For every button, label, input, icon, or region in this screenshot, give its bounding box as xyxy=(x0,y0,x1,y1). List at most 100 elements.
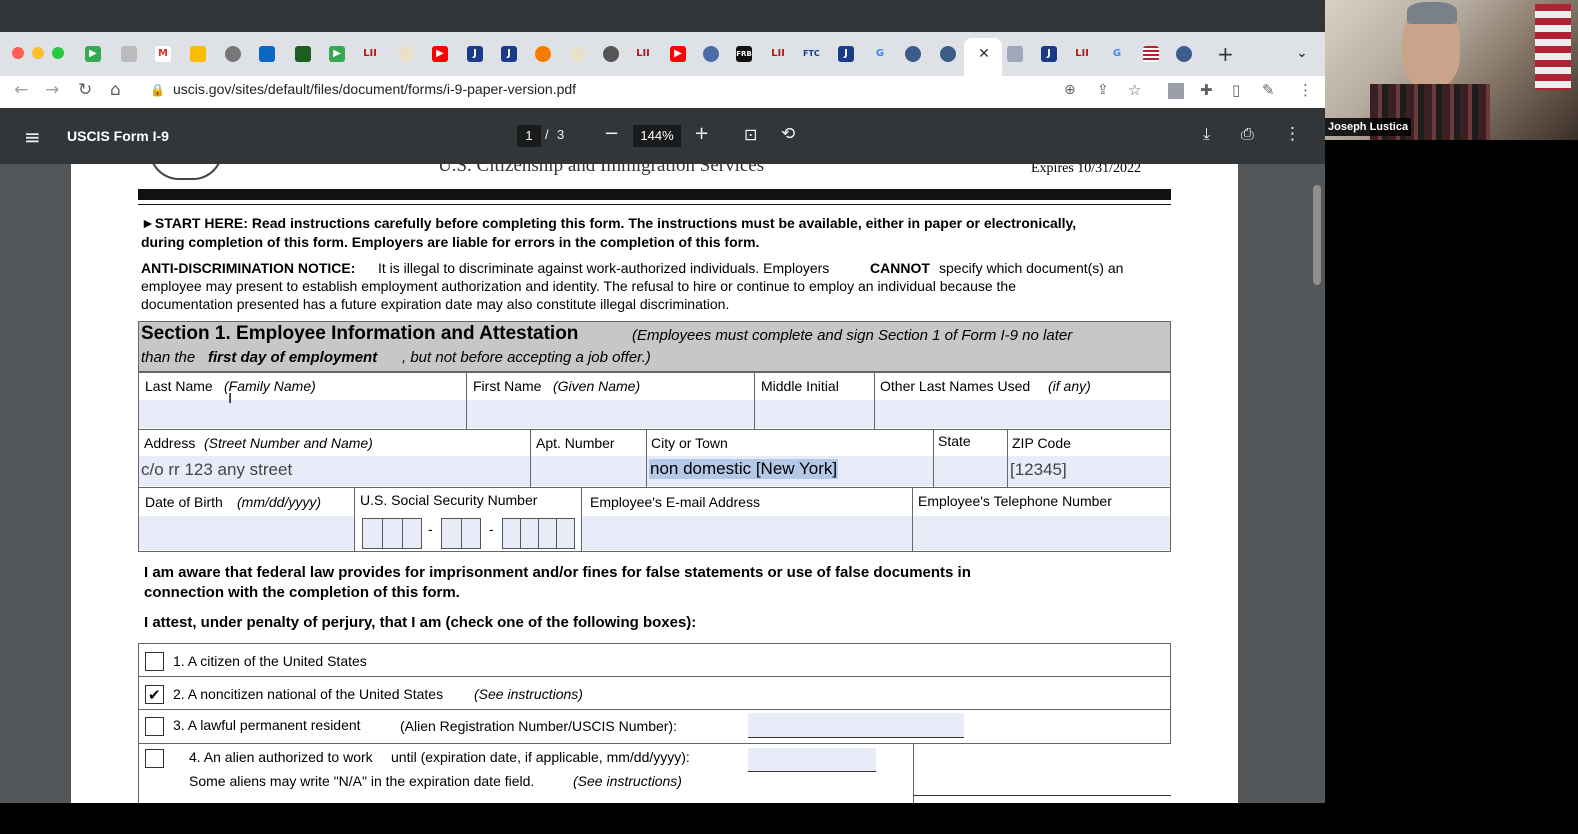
tab-journal-icon[interactable]: J xyxy=(501,46,517,62)
city-value: non domestic [New York] xyxy=(649,459,839,479)
zoom-level-input[interactable]: 144% xyxy=(633,125,681,147)
reload-icon[interactable]: ↻ xyxy=(78,80,92,100)
tab-google-icon[interactable]: G xyxy=(872,46,888,62)
citizen-checkbox[interactable] xyxy=(145,652,164,671)
bookmark-star-icon[interactable]: ☆ xyxy=(1128,81,1141,99)
alien-authorized-checkbox[interactable] xyxy=(145,749,164,768)
permanent-resident-checkbox[interactable] xyxy=(145,717,164,736)
tab-seal-icon[interactable] xyxy=(703,46,719,62)
tab-lii-icon[interactable]: LII xyxy=(635,46,651,62)
tab-ftc-icon[interactable]: FTC xyxy=(803,46,820,62)
tab-dhs-icon[interactable] xyxy=(905,46,921,62)
tab-orange-icon[interactable] xyxy=(535,46,551,62)
rotate-icon[interactable]: ⟲ xyxy=(781,124,795,144)
lock-icon[interactable]: 🔒 xyxy=(150,83,165,97)
scrollbar-thumb[interactable] xyxy=(1313,185,1321,285)
state-select[interactable] xyxy=(934,456,1007,486)
zoom-out-icon[interactable]: − xyxy=(604,123,619,144)
tab-close-icon[interactable]: ✕ xyxy=(976,46,992,62)
tab-calendar-icon[interactable] xyxy=(190,46,206,62)
noncitizen-national-checkbox[interactable]: ✔ xyxy=(145,685,164,704)
home-icon[interactable]: ⌂ xyxy=(110,80,121,100)
tab-journal-icon[interactable]: J xyxy=(838,46,854,62)
tab-search-chevron-icon[interactable]: ⌄ xyxy=(1294,46,1310,62)
browser-menu-icon[interactable]: ⋮ xyxy=(1298,81,1313,99)
page-number-input[interactable]: 1 xyxy=(517,125,541,147)
minimize-window-button[interactable] xyxy=(32,47,44,59)
tab-seal-icon[interactable] xyxy=(569,46,585,62)
email-input[interactable] xyxy=(582,516,912,550)
back-icon[interactable]: ← xyxy=(14,80,28,100)
middle-initial-input[interactable] xyxy=(755,400,874,428)
tab-play-icon[interactable]: ▶ xyxy=(85,46,101,62)
participant-beanie xyxy=(1407,2,1457,24)
fit-page-icon[interactable]: ⊡ xyxy=(744,125,757,144)
tab-frb-icon[interactable]: FRB xyxy=(736,46,752,62)
anti-discrimination-title: ANTI-DISCRIMINATION NOTICE: xyxy=(141,260,356,276)
ssn-part-1-input[interactable] xyxy=(362,518,422,549)
tab-uscis-icon[interactable] xyxy=(1007,46,1023,62)
last-name-input[interactable] xyxy=(139,400,466,428)
sidepanel-icon[interactable]: ▯ xyxy=(1232,81,1240,99)
start-here-line-2: during completion of this form. Employer… xyxy=(141,234,760,250)
apt-input[interactable] xyxy=(531,456,646,486)
tab-chrome-icon[interactable] xyxy=(603,46,619,62)
new-tab-button[interactable]: + xyxy=(1217,44,1234,64)
tab-lii-icon[interactable]: LII xyxy=(362,46,378,62)
table-rule xyxy=(913,795,1171,796)
tab-dhs-icon[interactable] xyxy=(940,46,956,62)
download-icon[interactable]: ⤓ xyxy=(1203,124,1210,144)
print-icon[interactable]: ⎙ xyxy=(1241,124,1254,144)
expiration-date-input[interactable] xyxy=(748,748,876,772)
page-total: 3 xyxy=(557,127,565,142)
tab-google-icon[interactable]: G xyxy=(1109,46,1125,62)
tab-lii-icon[interactable]: LII xyxy=(770,46,786,62)
tab-play-icon[interactable]: ▶ xyxy=(329,46,345,62)
hamburger-menu-icon[interactable]: ≡ xyxy=(24,125,41,149)
tab-youtube-icon[interactable]: ▶ xyxy=(670,46,686,62)
other-last-names-input[interactable] xyxy=(875,400,1170,428)
tab-outlook-icon[interactable] xyxy=(259,46,275,62)
phone-label: Employee's Telephone Number xyxy=(918,493,1112,509)
zoom-in-icon[interactable]: + xyxy=(694,123,709,144)
state-label: State xyxy=(938,433,971,449)
tab-journal-icon[interactable]: J xyxy=(1041,46,1057,62)
dob-input[interactable] xyxy=(139,516,354,550)
zoom-icon[interactable]: ⊕ xyxy=(1064,82,1076,98)
option-4-note: Some aliens may write "N/A" in the expir… xyxy=(189,773,535,789)
maximize-window-button[interactable] xyxy=(52,47,64,59)
option-2-label: 2. A noncitizen national of the United S… xyxy=(173,686,444,702)
tab-doc-icon[interactable] xyxy=(121,46,137,62)
extension-icon[interactable] xyxy=(1168,83,1184,99)
option-4-sublabel: until (expiration date, if applicable, m… xyxy=(391,749,690,765)
ssn-part-3-input[interactable] xyxy=(502,518,575,549)
uscis-number-input[interactable] xyxy=(748,713,964,738)
ssn-dash-2: - xyxy=(489,521,494,537)
tab-youtube-icon[interactable]: ▶ xyxy=(432,46,448,62)
city-label: City or Town xyxy=(651,435,728,451)
tab-globe-icon[interactable] xyxy=(225,46,241,62)
email-label: Employee's E-mail Address xyxy=(590,494,760,510)
ssn-label: U.S. Social Security Number xyxy=(360,492,538,508)
close-window-button[interactable] xyxy=(12,47,24,59)
section-1-note-1: (Employees must complete and sign Sectio… xyxy=(632,327,1073,344)
ssn-part-2-input[interactable] xyxy=(441,518,481,549)
tab-dhs-icon[interactable] xyxy=(1176,46,1192,62)
tab-gmail-icon[interactable]: M xyxy=(155,46,171,62)
pdf-more-menu-icon[interactable]: ⋮ xyxy=(1284,124,1301,144)
pen-icon[interactable]: ✎ xyxy=(1262,81,1275,99)
anti-discrimination-line-2: employee may present to establish employ… xyxy=(141,278,1016,294)
url-field[interactable]: uscis.gov/sites/default/files/document/f… xyxy=(173,81,576,97)
share-icon[interactable]: ⇪ xyxy=(1097,82,1109,98)
flag-background xyxy=(1535,4,1571,90)
tab-journal-icon[interactable]: J xyxy=(467,46,483,62)
first-name-input[interactable] xyxy=(467,400,754,428)
puzzle-icon[interactable]: ✚ xyxy=(1200,81,1213,99)
tab-book-icon[interactable] xyxy=(295,46,311,62)
tab-lii-icon[interactable]: LII xyxy=(1074,46,1090,62)
address-value: c/o rr 123 any street xyxy=(141,460,293,479)
forward-icon[interactable]: → xyxy=(45,80,59,100)
tab-seal-icon[interactable] xyxy=(398,46,414,62)
tab-flag-icon[interactable] xyxy=(1143,46,1159,62)
phone-input[interactable] xyxy=(913,516,1170,550)
